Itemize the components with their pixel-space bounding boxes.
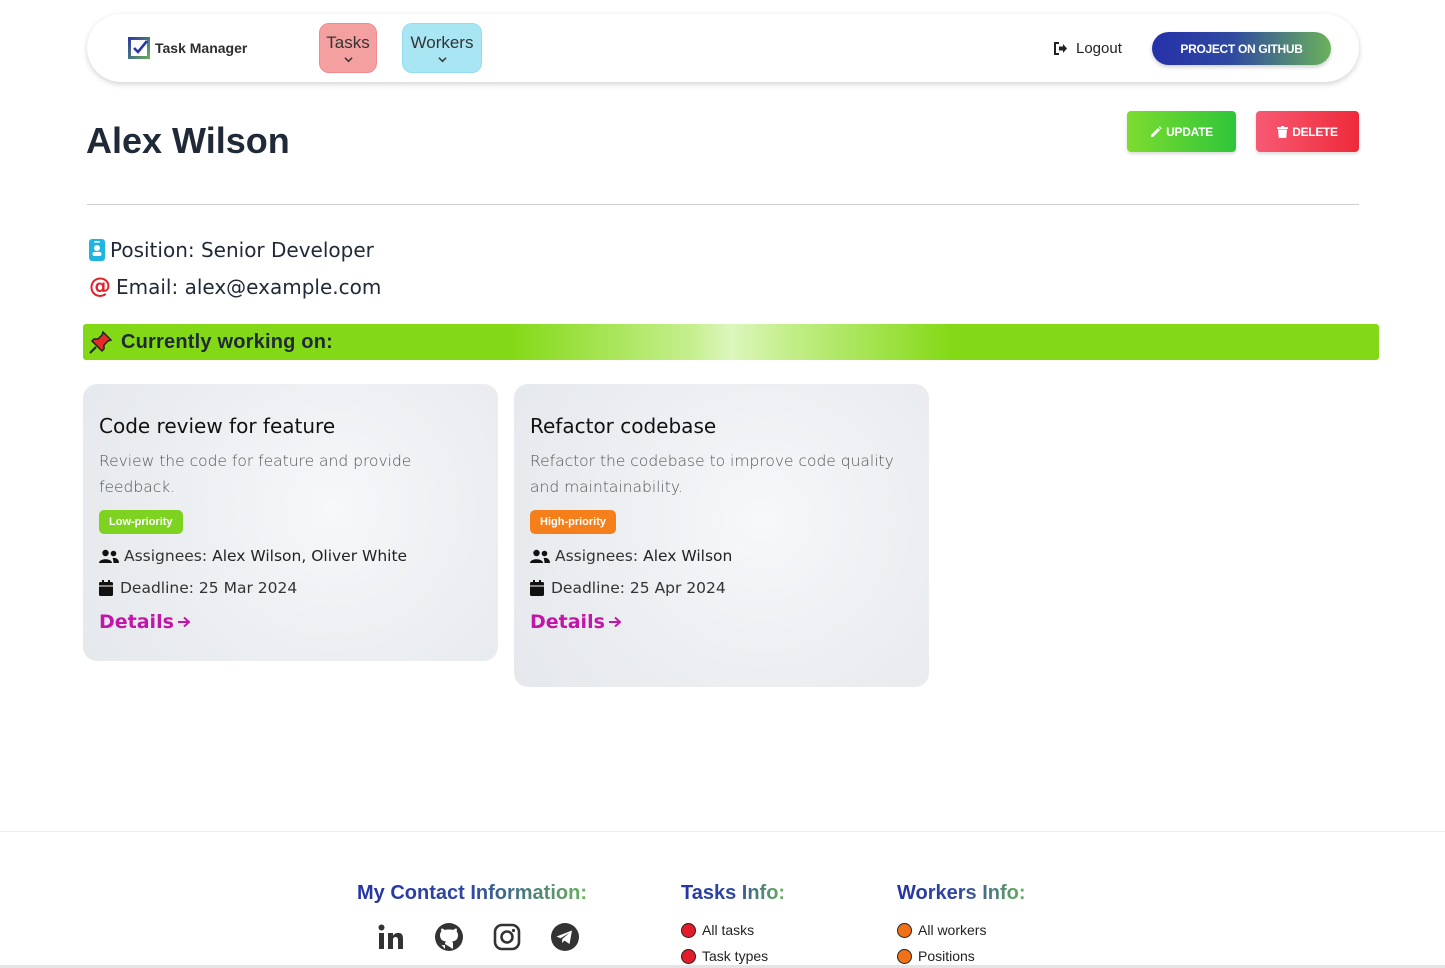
footer-workers-title: Workers Info:	[897, 882, 1026, 904]
currently-working-label: Currently working on:	[121, 330, 333, 353]
details-link[interactable]: Details	[99, 611, 482, 633]
calendar-icon	[530, 580, 544, 596]
logout-button[interactable]: Logout	[1053, 40, 1122, 57]
deadline-text: Deadline: 25 Mar 2024	[120, 579, 298, 597]
priority-badge: High-priority	[530, 510, 616, 534]
header-divider	[87, 204, 1359, 205]
assignees-row: Assignees: Alex Wilson	[530, 547, 913, 565]
task-card: Refactor codebase Refactor the codebase …	[514, 384, 929, 687]
brand-name: Task Manager	[155, 40, 248, 56]
users-icon	[99, 549, 119, 563]
page-title: Alex Wilson	[86, 120, 290, 161]
chevron-down-icon	[343, 56, 353, 62]
footer-link-label: All workers	[918, 922, 987, 938]
tasks-menu-button[interactable]: Tasks	[319, 23, 377, 73]
task-card: Code review for feature Review the code …	[83, 384, 498, 661]
assignees-value: Alex Wilson	[643, 547, 733, 565]
details-label: Details	[530, 611, 605, 633]
deadline-row: Deadline: 25 Mar 2024	[99, 579, 482, 597]
footer-contact-section: My Contact Information:	[357, 882, 587, 953]
footer-link-label: All tasks	[702, 922, 755, 938]
footer-link-label: Task types	[702, 948, 769, 964]
footer-tasks-section: Tasks Info: All tasks Task types	[681, 882, 785, 968]
details-label: Details	[99, 611, 174, 633]
project-on-github-button[interactable]: PROJECT ON GITHUB	[1152, 32, 1331, 65]
task-title: Code review for feature	[99, 414, 336, 438]
calendar-icon	[99, 580, 113, 596]
position-row: Position: Senior Developer	[89, 238, 374, 262]
bullet-dot-icon	[681, 948, 696, 964]
position-text: Position: Senior Developer	[110, 238, 374, 262]
update-label: UPDATE	[1166, 124, 1213, 139]
priority-badge: Low-priority	[99, 510, 183, 534]
deadline-row: Deadline: 25 Apr 2024	[530, 579, 913, 597]
delete-button[interactable]: DELETE	[1256, 111, 1359, 152]
currently-working-banner: Currently working on:	[83, 324, 1379, 360]
bullet-dot-icon	[897, 948, 912, 964]
email-row: @ Email: alex@example.com	[89, 274, 381, 299]
footer-link-all-workers[interactable]: All workers	[897, 917, 1026, 943]
assignees-label: Assignees:	[555, 547, 639, 565]
footer-tasks-list: All tasks Task types	[681, 917, 785, 968]
footer-contact-title: My Contact Information:	[357, 882, 587, 904]
chevron-down-icon	[437, 56, 447, 62]
bullet-dot-icon	[681, 922, 696, 938]
assignees-value: Alex Wilson, Oliver White	[212, 547, 408, 565]
tasks-menu-label: Tasks	[326, 32, 370, 52]
arrow-right-icon	[177, 616, 191, 628]
task-title: Refactor codebase	[530, 414, 717, 438]
arrow-right-icon	[608, 616, 622, 628]
trash-icon	[1277, 125, 1289, 138]
deadline-text: Deadline: 25 Apr 2024	[551, 579, 726, 597]
logout-label: Logout	[1076, 40, 1122, 57]
navbar: Task Manager Tasks Workers Logout PROJEC…	[87, 14, 1359, 82]
task-description: Refactor the codebase to improve code qu…	[530, 452, 894, 496]
telegram-icon[interactable]	[549, 921, 581, 953]
email-text: Email: alex@example.com	[116, 274, 382, 299]
task-description: Review the code for feature and provide …	[99, 452, 412, 496]
details-link[interactable]: Details	[530, 611, 913, 633]
workers-menu-button[interactable]: Workers	[402, 23, 482, 73]
footer-link-all-tasks[interactable]: All tasks	[681, 917, 785, 943]
delete-label: DELETE	[1292, 124, 1338, 139]
assignees-label: Assignees:	[124, 547, 208, 565]
bullet-dot-icon	[897, 922, 912, 938]
footer-workers-list: All workers Positions	[897, 917, 1026, 968]
logout-icon	[1054, 42, 1067, 55]
footer-tasks-title: Tasks Info:	[681, 882, 786, 904]
linkedin-icon[interactable]	[375, 921, 407, 953]
footer-link-label: Positions	[918, 948, 975, 964]
id-badge-icon	[89, 239, 105, 261]
update-button[interactable]: UPDATE	[1127, 111, 1236, 152]
footer-workers-section: Workers Info: All workers Positions	[897, 882, 1026, 968]
pencil-icon	[1151, 125, 1162, 137]
social-links	[375, 921, 587, 953]
checkbox-logo-icon	[128, 37, 150, 59]
instagram-icon[interactable]	[491, 921, 523, 953]
github-icon[interactable]	[433, 921, 465, 953]
brand-link[interactable]: Task Manager	[127, 36, 247, 60]
at-sign-icon: @	[89, 274, 111, 299]
users-icon	[530, 549, 550, 563]
assignees-row: Assignees: Alex Wilson, Oliver White	[99, 547, 482, 565]
footer: My Contact Information: Tasks Info: All …	[0, 831, 1445, 968]
workers-menu-label: Workers	[410, 32, 474, 52]
pushpin-icon	[89, 330, 113, 354]
